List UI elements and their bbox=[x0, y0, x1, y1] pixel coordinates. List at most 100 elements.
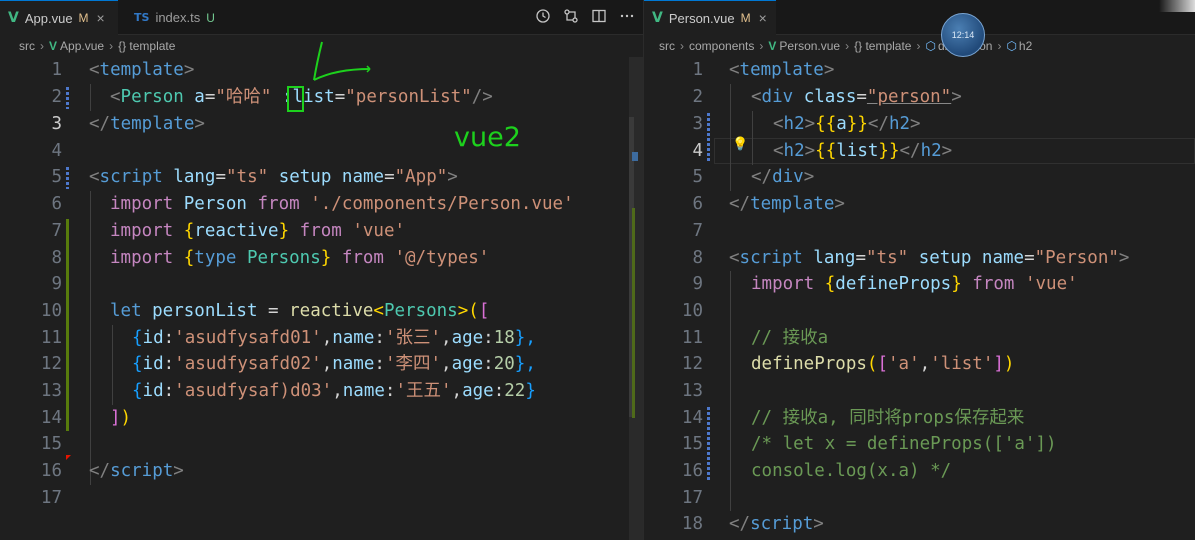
line-number: 8 bbox=[51, 248, 62, 268]
line-number: 8 bbox=[692, 248, 703, 268]
git-change-marker[interactable] bbox=[707, 113, 710, 161]
annotation-label: vue2 bbox=[454, 122, 521, 153]
code-line-12: {id:'asudfysafd02',name:'李四',age:20}, bbox=[132, 354, 536, 374]
tab-label: Person.vue bbox=[668, 10, 735, 26]
vertical-scrollbar[interactable] bbox=[629, 57, 643, 540]
line-number: 11 bbox=[681, 328, 703, 348]
code-line-16: </script> bbox=[89, 461, 184, 481]
indent-guide bbox=[752, 111, 753, 165]
chevron-right-icon: › bbox=[759, 39, 764, 53]
code-line-1: <template> bbox=[89, 60, 195, 80]
code-line-5: </div> bbox=[751, 167, 815, 187]
breadcrumb-src[interactable]: src bbox=[19, 39, 35, 53]
tab-app-vue[interactable]: V App.vue M × bbox=[0, 0, 118, 35]
tab-label: App.vue bbox=[24, 10, 73, 26]
breadcrumb-file[interactable]: Person.vue bbox=[779, 39, 840, 53]
clock-badge: 12:14 bbox=[941, 13, 985, 57]
line-number: 15 bbox=[681, 434, 703, 454]
line-number: 2 bbox=[692, 87, 703, 107]
line-number: 14 bbox=[40, 408, 62, 428]
line-number: 11 bbox=[40, 328, 62, 348]
vue-file-icon: V bbox=[8, 10, 19, 26]
breadcrumb-src[interactable]: src bbox=[659, 39, 675, 53]
git-change-marker[interactable] bbox=[66, 167, 69, 189]
split-editor-icon[interactable] bbox=[591, 8, 607, 24]
vue-file-icon: V bbox=[49, 39, 58, 53]
line-number: 12 bbox=[40, 354, 62, 374]
line-number: 17 bbox=[681, 488, 703, 508]
line-number: 7 bbox=[51, 221, 62, 241]
code-line-10: let personList = reactive<Persons>([ bbox=[110, 301, 490, 321]
git-change-marker[interactable] bbox=[707, 407, 710, 482]
code-line-8: import {type Persons} from '@/types' bbox=[110, 248, 490, 268]
cube-icon: ⬡ bbox=[925, 39, 936, 53]
right-tab-bar: V Person.vue M × 12:14 bbox=[644, 0, 1195, 57]
code-line-11: // 接收a bbox=[751, 328, 829, 348]
code-line-2: <div class="person"> bbox=[751, 87, 962, 107]
close-icon[interactable]: × bbox=[97, 10, 105, 26]
line-number: 4 bbox=[51, 141, 62, 161]
line-number: 3 bbox=[51, 114, 62, 134]
line-number: 6 bbox=[692, 194, 703, 214]
indent-guide bbox=[730, 271, 731, 511]
breadcrumb-element[interactable]: h2 bbox=[1019, 39, 1032, 53]
code-line-6: </template> bbox=[729, 194, 845, 214]
scrollbar-marker bbox=[632, 208, 635, 418]
line-number: 14 bbox=[681, 408, 703, 428]
left-tab-bar: V App.vue M × TS index.ts U bbox=[0, 0, 643, 35]
indent-guide bbox=[90, 191, 91, 485]
right-editor-pane: V Person.vue M × 12:14 src › components … bbox=[644, 0, 1195, 540]
tab-label: index.ts bbox=[155, 10, 201, 25]
breadcrumb-symbol[interactable]: {} template bbox=[118, 39, 175, 53]
chevron-right-icon: › bbox=[845, 39, 850, 53]
breadcrumb: src › components › V Person.vue › {} tem… bbox=[644, 35, 1195, 57]
code-line-18: </script> bbox=[729, 514, 824, 534]
code-line-14: // 接收a, 同时将props保存起来 bbox=[751, 408, 1025, 428]
line-number: 16 bbox=[40, 461, 62, 481]
code-line-7: import {reactive} from 'vue' bbox=[110, 221, 406, 241]
timeline-icon[interactable] bbox=[535, 8, 551, 24]
code-line-9: import {defineProps} from 'vue' bbox=[751, 274, 1078, 294]
code-line-6: import Person from './components/Person.… bbox=[110, 194, 574, 214]
breadcrumb-file[interactable]: App.vue bbox=[60, 39, 104, 53]
tab-index-ts[interactable]: TS index.ts U bbox=[126, 0, 226, 35]
git-added-marker[interactable] bbox=[66, 219, 69, 431]
line-number: 5 bbox=[692, 167, 703, 187]
line-number: 7 bbox=[692, 221, 703, 241]
scrollbar-marker bbox=[632, 152, 638, 161]
compare-changes-icon[interactable] bbox=[563, 8, 579, 24]
indent-guide bbox=[90, 84, 91, 111]
line-number: 18 bbox=[681, 514, 703, 534]
indent-guide bbox=[112, 325, 113, 405]
code-line-3: <h2>{{a}}</h2> bbox=[773, 114, 921, 134]
code-line-16: console.log(x.a) */ bbox=[751, 461, 952, 481]
vue-file-icon: V bbox=[768, 39, 777, 53]
line-number: 9 bbox=[51, 274, 62, 294]
line-number: 1 bbox=[51, 60, 62, 80]
code-line-5: <script lang="ts" setup name="App"> bbox=[89, 167, 458, 187]
tab-person-vue[interactable]: V Person.vue M × bbox=[644, 0, 776, 35]
modified-badge: M bbox=[740, 11, 751, 25]
git-deleted-marker[interactable] bbox=[66, 455, 71, 460]
line-number: 15 bbox=[40, 434, 62, 454]
lightbulb-icon[interactable]: 💡 bbox=[732, 137, 748, 152]
indent-guide bbox=[730, 84, 731, 191]
chevron-right-icon: › bbox=[916, 39, 921, 53]
line-number: 12 bbox=[681, 354, 703, 374]
code-line-8: <script lang="ts" setup name="Person"> bbox=[729, 248, 1130, 268]
breadcrumb-folder[interactable]: components bbox=[689, 39, 754, 53]
code-line-14: ]) bbox=[110, 408, 132, 428]
line-number: 13 bbox=[681, 381, 703, 401]
annotation-arrow-icon bbox=[313, 41, 371, 81]
ts-file-icon: TS bbox=[134, 11, 150, 24]
close-icon[interactable]: × bbox=[759, 10, 767, 26]
cube-icon: ⬡ bbox=[1006, 39, 1017, 53]
chevron-right-icon: › bbox=[997, 39, 1002, 53]
more-actions-icon[interactable] bbox=[619, 8, 635, 24]
line-number: 10 bbox=[40, 301, 62, 321]
line-number: 6 bbox=[51, 194, 62, 214]
git-change-marker[interactable] bbox=[66, 87, 69, 109]
code-line-4: <h2>{{list}}</h2> bbox=[773, 141, 953, 161]
chevron-right-icon: › bbox=[109, 39, 114, 53]
breadcrumb-symbol[interactable]: {} template bbox=[854, 39, 911, 53]
